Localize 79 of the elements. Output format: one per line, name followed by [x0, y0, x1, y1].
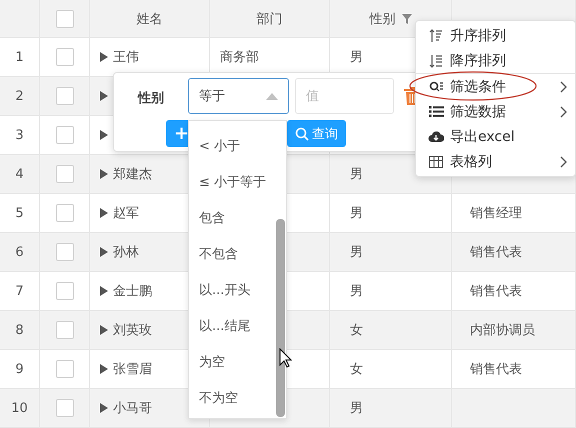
- dropdown-option[interactable]: ≤ 小于等于: [189, 164, 286, 200]
- collapsed-arrow-icon[interactable]: [100, 52, 108, 62]
- row-number: 6: [0, 233, 40, 272]
- checkbox[interactable]: [56, 282, 74, 300]
- dropdown-option[interactable]: 不包含: [189, 236, 286, 272]
- column-header[interactable]: 部门: [256, 10, 282, 28]
- chevron-right-icon: [560, 106, 567, 118]
- checkbox[interactable]: [56, 165, 74, 183]
- table-cell: 女: [330, 311, 452, 350]
- table-cell: 销售经理: [452, 194, 576, 233]
- dropdown-option[interactable]: 以...开头: [189, 272, 286, 308]
- table-cell: 销售代表: [452, 272, 576, 311]
- collapsed-arrow-icon[interactable]: [100, 325, 108, 335]
- collapsed-arrow-icon[interactable]: [100, 247, 108, 257]
- column-header[interactable]: 姓名: [136, 10, 162, 28]
- checkbox[interactable]: [56, 126, 74, 144]
- table-cell: 男: [330, 233, 452, 272]
- scrollbar-thumb[interactable]: [276, 219, 285, 417]
- table-cell: 销售代表: [452, 350, 576, 389]
- table-cell: 男: [330, 272, 452, 311]
- table-cell: 男: [330, 194, 452, 233]
- checkbox[interactable]: [56, 321, 74, 339]
- dropdown-option[interactable]: < 小于: [189, 128, 286, 164]
- menu-item[interactable]: 筛选条件: [416, 73, 575, 99]
- row-number: 2: [0, 77, 40, 116]
- row-number: 4: [0, 155, 40, 194]
- collapsed-arrow-icon[interactable]: [100, 364, 108, 374]
- collapsed-arrow-icon[interactable]: [100, 403, 108, 413]
- dropdown-option[interactable]: 以...结尾: [189, 308, 286, 344]
- row-number: 7: [0, 272, 40, 311]
- checkbox[interactable]: [56, 399, 74, 417]
- collapsed-arrow-icon[interactable]: [100, 130, 108, 140]
- menu-item[interactable]: 导出excel: [416, 124, 575, 149]
- name-text: 刘英玫: [113, 322, 152, 339]
- chevron-right-icon: [560, 156, 567, 168]
- table-cell: 女: [330, 350, 452, 389]
- collapsed-arrow-icon[interactable]: [100, 208, 108, 218]
- row-number: 1: [0, 38, 40, 77]
- sort-ascending-icon: [429, 28, 443, 42]
- checkbox[interactable]: [56, 204, 74, 222]
- row-number: 10: [0, 389, 40, 428]
- row-number: 8: [0, 311, 40, 350]
- checkbox[interactable]: [56, 48, 74, 66]
- list-icon: [428, 105, 444, 118]
- name-text: 张雪眉: [113, 361, 152, 378]
- caret-icon: [266, 92, 278, 100]
- name-text: 小马哥: [113, 400, 152, 417]
- column-header[interactable]: 性别: [370, 10, 396, 28]
- collapsed-arrow-icon[interactable]: [100, 91, 108, 101]
- search-list-icon: [428, 80, 444, 94]
- name-text: 赵军: [113, 205, 139, 222]
- name-text: 王伟: [113, 49, 139, 66]
- name-text: 金士鹏: [113, 283, 152, 300]
- value-field[interactable]: 值: [295, 78, 394, 114]
- cloud-download-icon: [428, 130, 444, 142]
- checkbox[interactable]: [56, 243, 74, 261]
- collapsed-arrow-icon[interactable]: [100, 286, 108, 296]
- chevron-right-icon: [560, 80, 567, 92]
- name-text: 郑建杰: [113, 166, 152, 183]
- row-number: 9: [0, 350, 40, 389]
- menu-item[interactable]: 筛选数据: [416, 99, 575, 124]
- table-cell: 男: [330, 389, 452, 428]
- name-text: 孙林: [113, 244, 139, 261]
- dropdown-option[interactable]: 包含: [189, 200, 286, 236]
- checkbox[interactable]: [56, 360, 74, 378]
- dropdown-option[interactable]: 不为空: [189, 380, 286, 416]
- table-cell: 销售代表: [452, 233, 576, 272]
- row-number: 3: [0, 116, 40, 155]
- checkbox[interactable]: [56, 87, 74, 105]
- table-cell: 内部协调员: [452, 311, 576, 350]
- table-icon: [429, 156, 443, 168]
- search-icon: [295, 126, 309, 140]
- field-label: 性别: [138, 90, 164, 107]
- filter-icon[interactable]: [402, 14, 412, 24]
- collapsed-arrow-icon[interactable]: [100, 169, 108, 179]
- operator-select[interactable]: 等于: [188, 78, 289, 114]
- row-number: 5: [0, 194, 40, 233]
- sort-descending-icon: [429, 54, 443, 68]
- checkbox[interactable]: [56, 10, 74, 28]
